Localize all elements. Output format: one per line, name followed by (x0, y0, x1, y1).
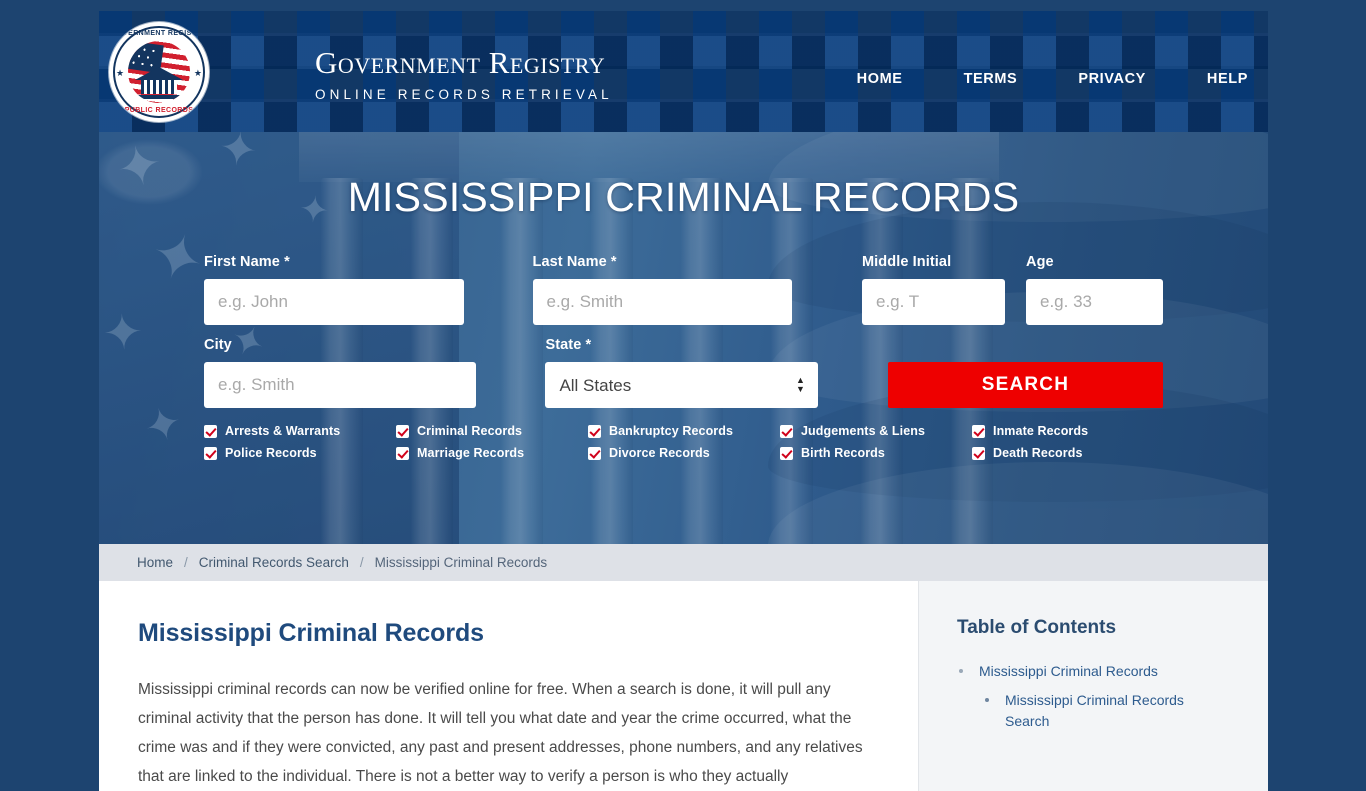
nav-item-privacy[interactable]: PRIVACY (1078, 71, 1146, 87)
toc-link-mississippi-criminal-records[interactable]: Mississippi Criminal Records (979, 663, 1158, 679)
toc-heading: Table of Contents (957, 617, 1117, 638)
checkbox-marriage-records[interactable]: Marriage Records (396, 446, 588, 460)
checkbox-label: Death Records (993, 446, 1083, 460)
seal-top-text: GOVERNMENT REGISTRY (111, 30, 207, 37)
breadcrumb-separator: / (184, 555, 188, 570)
checkbox-label: Bankruptcy Records (609, 424, 734, 438)
seal-star-left-icon: ★ (116, 68, 125, 78)
field-middle-initial: Middle Initial (862, 254, 1005, 325)
toc-subitem: Mississippi Criminal Records Search (979, 690, 1238, 732)
nav-item-home[interactable]: HOME (857, 71, 903, 87)
checkbox-label: Police Records (225, 446, 317, 460)
breadcrumb-item-current: Mississippi Criminal Records (374, 555, 548, 570)
field-city: City (204, 337, 477, 408)
checkbox-row-2: Police Records Marriage Records Divorce … (204, 446, 1168, 460)
page-title: MISSISSIPPI CRIMINAL RECORDS (347, 174, 1020, 220)
checkmark-icon (204, 446, 217, 460)
field-state: State * All States ▲ ▼ (545, 337, 818, 408)
checkbox-label: Criminal Records (417, 424, 523, 438)
brand-name: Government Registry (315, 45, 606, 80)
checkmark-icon (780, 446, 793, 460)
state-select[interactable]: All States (545, 362, 818, 408)
checkmark-icon (204, 424, 217, 438)
checkbox-judgements-liens[interactable]: Judgements & Liens (780, 424, 972, 438)
first-name-label: First Name * (204, 254, 290, 270)
last-name-input[interactable] (532, 279, 792, 325)
checkbox-divorce-records[interactable]: Divorce Records (588, 446, 780, 460)
form-row-names: First Name * Last Name * Middle Initial … (204, 254, 1163, 325)
checkmark-icon (588, 446, 601, 460)
article: Mississippi Criminal Records Mississippi… (99, 581, 918, 791)
field-last-name: Last Name * (532, 254, 792, 325)
breadcrumb-item-criminal-records-search[interactable]: Criminal Records Search (199, 555, 349, 570)
checkmark-icon (972, 446, 985, 460)
nav-item-terms[interactable]: TERMS (964, 71, 1018, 87)
checkbox-label: Inmate Records (993, 424, 1089, 438)
seal-star-right-icon: ★ (193, 68, 202, 78)
age-input[interactable] (1026, 279, 1163, 325)
people-search-form: First Name * Last Name * Middle Initial … (99, 254, 1268, 408)
checkbox-birth-records[interactable]: Birth Records (780, 446, 972, 460)
brand-tagline: ONLINE RECORDS RETRIEVAL (315, 87, 613, 102)
breadcrumb-item-home[interactable]: Home (137, 555, 173, 570)
article-heading: Mississippi Criminal Records (138, 619, 484, 647)
toc-item: Mississippi Criminal Records Mississippi… (957, 661, 1238, 732)
article-paragraph: Mississippi criminal records can now be … (138, 681, 863, 785)
city-label: City (204, 337, 232, 353)
field-age: Age (1026, 254, 1163, 325)
state-label: State * (545, 337, 592, 353)
age-label: Age (1026, 254, 1054, 270)
toc-list: Mississippi Criminal Records Mississippi… (957, 661, 1238, 732)
record-type-checkboxes: Arrests & Warrants Criminal Records Bank… (99, 424, 1268, 460)
page-container: GOVERNMENT REGISTRY PUBLIC RECORDS ★ ★ G… (99, 11, 1268, 791)
checkmark-icon (972, 424, 985, 438)
checkbox-police-records[interactable]: Police Records (204, 446, 396, 460)
checkbox-row-1: Arrests & Warrants Criminal Records Bank… (204, 424, 1168, 438)
last-name-label: Last Name * (532, 254, 617, 270)
checkbox-label: Judgements & Liens (801, 424, 926, 438)
checkmark-icon (396, 446, 409, 460)
toc-link-mississippi-criminal-records-search[interactable]: Mississippi Criminal Records Search (1005, 690, 1190, 732)
toc-sublist: Mississippi Criminal Records Search (979, 690, 1238, 732)
breadcrumb-separator: / (359, 555, 364, 570)
first-name-input[interactable] (204, 279, 464, 325)
middle-initial-input[interactable] (862, 279, 1005, 325)
nav-item-help[interactable]: HELP (1207, 71, 1248, 87)
checkbox-arrests-warrants[interactable]: Arrests & Warrants (204, 424, 396, 438)
main-navigation: HOME TERMS PRIVACY HELP (857, 71, 1248, 87)
checkbox-death-records[interactable]: Death Records (972, 446, 1164, 460)
middle-initial-label: Middle Initial (862, 254, 952, 270)
courthouse-icon (135, 67, 183, 99)
hero-section: ✦ ✦ ✦ ✦ ✦ ✦ ✦ MISSISSIPPI CRIMINAL RECOR… (99, 132, 1268, 544)
checkbox-label: Marriage Records (417, 446, 525, 460)
site-header: GOVERNMENT REGISTRY PUBLIC RECORDS ★ ★ G… (99, 11, 1268, 132)
form-row-location: City State * All States ▲▼ SEARCH (204, 337, 1163, 408)
table-of-contents: Table of Contents Mississippi Criminal R… (918, 581, 1268, 791)
checkmark-icon (588, 424, 601, 438)
site-logo-seal[interactable]: GOVERNMENT REGISTRY PUBLIC RECORDS ★ ★ (109, 22, 209, 122)
seal-emblem (128, 41, 190, 103)
city-input[interactable] (204, 362, 477, 408)
checkbox-bankruptcy-records[interactable]: Bankruptcy Records (588, 424, 780, 438)
checkbox-criminal-records[interactable]: Criminal Records (396, 424, 588, 438)
content-area: Mississippi Criminal Records Mississippi… (99, 581, 1268, 791)
checkbox-label: Birth Records (801, 446, 885, 460)
seal-bottom-text: PUBLIC RECORDS (124, 107, 194, 114)
checkbox-inmate-records[interactable]: Inmate Records (972, 424, 1164, 438)
breadcrumb: Home / Criminal Records Search / Mississ… (99, 544, 1268, 581)
field-first-name: First Name * (204, 254, 464, 325)
search-button[interactable]: SEARCH (887, 362, 1163, 408)
checkbox-label: Divorce Records (609, 446, 710, 460)
checkmark-icon (780, 424, 793, 438)
checkmark-icon (396, 424, 409, 438)
checkbox-label: Arrests & Warrants (225, 424, 341, 438)
brand[interactable]: Government Registry ONLINE RECORDS RETRI… (315, 47, 613, 102)
